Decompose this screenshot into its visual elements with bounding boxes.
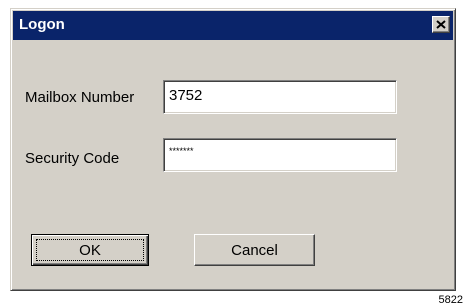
cancel-button[interactable]: Cancel	[194, 234, 315, 266]
cancel-button-label: Cancel	[231, 241, 278, 259]
close-button[interactable]	[432, 16, 450, 33]
close-icon	[436, 20, 446, 29]
security-code-input[interactable]: *******	[163, 138, 397, 172]
mailbox-number-label: Mailbox Number	[25, 89, 135, 106]
window-title: Logon	[19, 16, 65, 33]
mailbox-number-value: 3752	[169, 87, 203, 104]
mailbox-number-input[interactable]: 3752	[163, 80, 397, 114]
focus-ring	[36, 239, 144, 261]
security-code-value: *******	[169, 146, 194, 156]
figure-number: 5822	[438, 294, 463, 306]
title-bar: Logon	[13, 11, 453, 40]
ok-button[interactable]: OK	[31, 234, 149, 266]
logon-dialog: Logon Mailbox Number 3752 Security Code …	[10, 8, 456, 291]
security-code-label: Security Code	[25, 150, 120, 167]
